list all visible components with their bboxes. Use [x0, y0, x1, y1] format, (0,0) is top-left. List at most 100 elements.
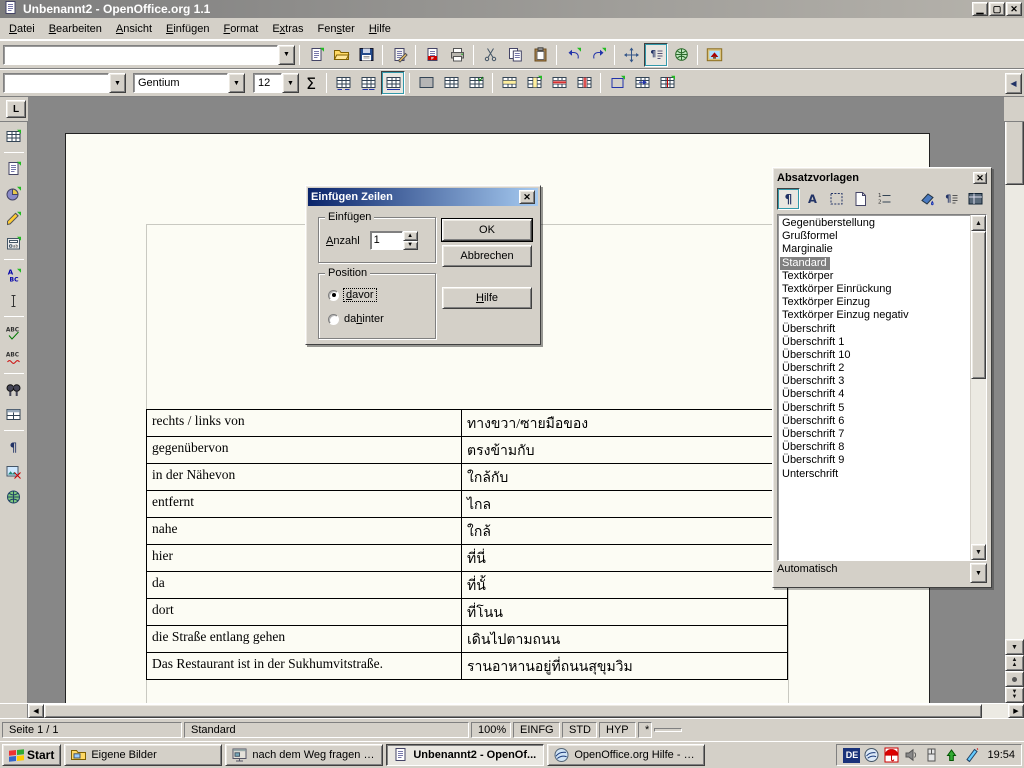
task-button[interactable]: nach dem Weg fragen 2.... [225, 744, 383, 766]
chevron-down-icon[interactable]: ▼ [282, 73, 299, 93]
online-layout-icon[interactable] [1, 484, 26, 509]
data-sources-icon[interactable] [1, 402, 26, 427]
menu-format[interactable]: Format [216, 20, 265, 38]
table-cell-german[interactable]: in der Nähevon [147, 464, 462, 490]
font-size-combobox[interactable]: 12 ▼ [253, 73, 299, 93]
table-cell-thai[interactable]: ใกล้กับ [462, 464, 787, 490]
volume-icon[interactable] [903, 747, 920, 763]
merge-cells-icon[interactable] [630, 71, 654, 95]
frame-styles-icon[interactable] [825, 188, 848, 210]
style-list-item[interactable]: Überschrift 6 [780, 415, 970, 428]
insert-frame-icon[interactable] [605, 71, 629, 95]
ok-button[interactable]: OK [442, 219, 532, 241]
radio-dahinter[interactable] [328, 314, 339, 325]
formatting-marks-icon[interactable]: ¶ [1, 434, 26, 459]
tab-type-selector[interactable]: L [6, 100, 26, 118]
task-button[interactable]: Eigene Bilder [64, 744, 222, 766]
update-style-icon[interactable] [964, 188, 987, 210]
table-cell-german[interactable]: die Straße entlang gehen [147, 626, 462, 652]
table-row[interactable]: hierที่นี่ [147, 545, 787, 572]
status-cell-6[interactable]: * [638, 722, 652, 738]
table-cell-german[interactable]: entfernt [147, 491, 462, 517]
minimize-button[interactable]: ▁ [972, 2, 988, 16]
table-cell-thai[interactable]: ที่นั้ [462, 572, 787, 598]
tablet-icon[interactable] [963, 747, 980, 763]
keyboard-layout-indicator[interactable]: DE [843, 748, 860, 763]
export-pdf-icon[interactable]: P [420, 43, 444, 67]
menu-fenster[interactable]: Fenster [311, 20, 362, 38]
status-cell-7[interactable] [654, 728, 682, 732]
chevron-down-icon[interactable]: ▼ [970, 563, 987, 583]
style-list-item[interactable]: Überschrift 5 [780, 402, 970, 415]
close-button[interactable]: ✕ [1006, 2, 1022, 16]
style-list-item[interactable]: Unterschrift [780, 468, 970, 481]
table-cell-german[interactable]: da [147, 572, 462, 598]
vertical-scroll-track[interactable] [1005, 185, 1024, 639]
table-cell-german[interactable]: rechts / links von [147, 410, 462, 436]
style-list-item[interactable]: Überschrift 9 [780, 454, 970, 467]
menu-bearbeiten[interactable]: Bearbeiten [42, 20, 109, 38]
cancel-button[interactable]: Abbrechen [442, 245, 532, 267]
style-list-item[interactable]: Überschrift 2 [780, 362, 970, 375]
menu-ansicht[interactable]: Ansicht [109, 20, 159, 38]
maximize-button[interactable]: ▢ [989, 2, 1005, 16]
chevron-down-icon[interactable]: ▼ [278, 45, 295, 65]
border-style-icon[interactable] [464, 71, 488, 95]
table-row[interactable]: naheใกล้ [147, 518, 787, 545]
style-list-item[interactable]: Überschrift 4 [780, 388, 970, 401]
table-cell-thai[interactable]: เดินไปตามถนน [462, 626, 787, 652]
graphics-onoff-icon[interactable] [1, 459, 26, 484]
navigator-icon[interactable] [619, 43, 643, 67]
menu-datei[interactable]: Datei [2, 20, 42, 38]
page-styles-icon[interactable] [849, 188, 872, 210]
quickstarter-icon[interactable] [863, 747, 880, 763]
help-button[interactable]: Hilfe [442, 287, 532, 309]
fill-format-mode-icon[interactable] [916, 188, 939, 210]
style-list-item[interactable]: Gegenüberstellung [780, 217, 970, 230]
stylist-scroll-thumb[interactable] [971, 231, 986, 379]
font-name-combobox[interactable]: Gentium ▼ [133, 73, 245, 93]
anzahl-spinner[interactable]: 1 ▲ ▼ [370, 231, 418, 250]
status-cell-3[interactable]: EINFG [513, 722, 560, 738]
style-list-item[interactable]: Standard [780, 257, 830, 270]
redo-icon[interactable] [586, 43, 610, 67]
status-cell-4[interactable]: STD [562, 722, 597, 738]
table-cell-german[interactable]: hier [147, 545, 462, 571]
style-filter-combobox[interactable]: Automatisch ▼ [777, 563, 987, 583]
table-cell-thai[interactable]: ที่นี่ [462, 545, 787, 571]
table-cell-thai[interactable]: ทางขวา/ซายมือของ [462, 410, 787, 436]
menu-extras[interactable]: Extras [265, 20, 310, 38]
chevron-down-icon[interactable]: ▼ [109, 73, 126, 93]
borders-icon[interactable] [439, 71, 463, 95]
insert-fields-icon[interactable] [1, 156, 26, 181]
spin-down-icon[interactable]: ▼ [403, 241, 418, 251]
stylist-scrollbar[interactable]: ▲ ▼ [970, 215, 986, 560]
vertical-scrollbar[interactable]: ▲ ▼ ▲▲ ▼▼ [1004, 97, 1024, 703]
draw-functions-icon[interactable] [1, 206, 26, 231]
table-row[interactable]: entferntไกล [147, 491, 787, 518]
style-list-item[interactable]: Überschrift 3 [780, 375, 970, 388]
table-cell-german[interactable]: gegenübervon [147, 437, 462, 463]
sum-button[interactable]: Σ [300, 74, 322, 93]
next-page-button[interactable]: ▼▼ [1005, 687, 1024, 703]
dialog-close-button[interactable]: ✕ [519, 190, 535, 204]
style-list-item[interactable]: Überschrift [780, 323, 970, 336]
style-list-item[interactable]: Überschrift 10 [780, 349, 970, 362]
undo-icon[interactable] [561, 43, 585, 67]
task-button[interactable]: OpenOffice.org Hilfe - H... [547, 744, 705, 766]
form-functions-icon[interactable]: ab [1, 231, 26, 256]
print-icon[interactable] [445, 43, 469, 67]
anzahl-value[interactable]: 1 [370, 231, 403, 250]
delete-column-icon[interactable] [572, 71, 596, 95]
horizontal-scroll-track[interactable] [982, 704, 1008, 718]
insert-column-icon[interactable] [522, 71, 546, 95]
table-cell-german[interactable]: Das Restaurant ist in der Sukhumvitstraß… [147, 653, 462, 679]
navigation-dot-button[interactable] [1005, 671, 1024, 687]
optimal-row-height-icon[interactable] [356, 71, 380, 95]
character-styles-icon[interactable]: A [801, 188, 824, 210]
new-style-from-selection-icon[interactable]: ¶ [940, 188, 963, 210]
edit-file-icon[interactable] [387, 43, 411, 67]
menu-einfügen[interactable]: Einfügen [159, 20, 216, 38]
horizontal-scrollbar[interactable] [44, 704, 1008, 718]
scroll-up-icon[interactable]: ▲ [971, 215, 986, 231]
